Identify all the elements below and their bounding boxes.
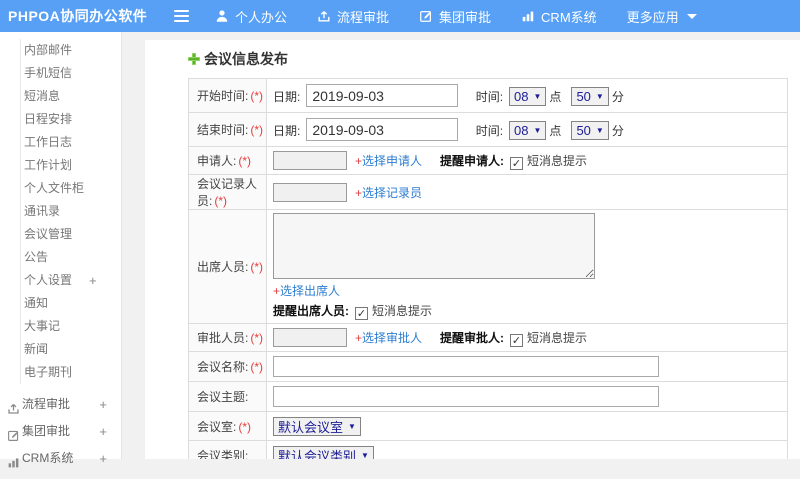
bar-chart-icon <box>521 9 535 23</box>
sidebar-personal-list: 内部邮件 手机短信 短消息 日程安排 工作日志 工作计划 个人文件柜 通讯录 会… <box>20 39 121 384</box>
sidebar-item-schedule[interactable]: 日程安排 <box>21 108 121 131</box>
sidebar-item-work-log[interactable]: 工作日志 <box>21 131 121 154</box>
end-minute-select[interactable]: 50▼ <box>571 121 608 140</box>
main-nav: 个人办公 流程审批 集团审批 CRM系统 更多应用 <box>215 7 727 26</box>
sidebar: 内部邮件 手机短信 短消息 日程安排 工作日志 工作计划 个人文件柜 通讯录 会… <box>0 32 122 459</box>
required-mark: (*) <box>238 154 251 168</box>
app-logo: PHPOA协同办公软件 <box>8 6 160 26</box>
expand-plus-icon[interactable]: + <box>99 418 107 445</box>
expand-plus-icon[interactable]: + <box>99 391 107 418</box>
nav-crm[interactable]: CRM系统 <box>521 7 597 26</box>
sms-remind-checkbox[interactable]: ✓ <box>355 307 368 320</box>
topbar: PHPOA协同办公软件 个人办公 流程审批 集团审批 CRM系统 更多应用 <box>0 0 800 32</box>
sidebar-item-contacts[interactable]: 通讯录 <box>21 200 121 223</box>
caret-down-icon: ▼ <box>534 92 542 101</box>
required-mark: (*) <box>250 360 263 374</box>
sms-remind-label: 短消息提示 <box>527 154 587 168</box>
row-meeting-room: 会议室:(*) 默认会议室▼ <box>189 412 788 441</box>
start-hour-select[interactable]: 08▼ <box>509 87 546 106</box>
bar-chart-icon <box>7 452 20 479</box>
meeting-name-input[interactable] <box>273 356 659 377</box>
hamburger-menu-icon[interactable] <box>174 10 189 22</box>
date-label: 日期: <box>273 124 300 138</box>
sidebar-item-announcement[interactable]: 公告 <box>21 246 121 269</box>
sidebar-item-work-plan[interactable]: 工作计划 <box>21 154 121 177</box>
caret-down-icon: ▼ <box>596 126 604 135</box>
approver-input[interactable] <box>273 328 347 347</box>
caret-down-icon <box>687 14 697 19</box>
sidebar-item-e-journal[interactable]: 电子期刊 <box>21 361 121 384</box>
time-label: 时间: <box>476 90 503 104</box>
sidebar-item-personal-settings[interactable]: 个人设置+ <box>21 269 121 292</box>
row-meeting-subject: 会议主题: <box>189 382 788 412</box>
page-title: 会议信息发布 <box>188 49 788 69</box>
row-meeting-category: 会议类别: 默认会议类别▼ <box>189 441 788 460</box>
row-start-time: 开始时间:(*) 日期: 时间:08▼点50▼分 <box>189 79 788 113</box>
sidebar-item-short-message[interactable]: 短消息 <box>21 85 121 108</box>
choose-attendees-link[interactable]: +选择出席人 <box>273 284 340 298</box>
pencil-square-icon <box>419 9 433 23</box>
row-end-time: 结束时间:(*) 日期: 时间:08▼点50▼分 <box>189 113 788 147</box>
caret-down-icon: ▼ <box>361 451 369 460</box>
caret-down-icon: ▼ <box>348 422 356 431</box>
remind-attendees-label: 提醒出席人员: <box>273 304 349 318</box>
meeting-room-select[interactable]: 默认会议室▼ <box>273 417 361 436</box>
expand-plus-icon[interactable]: + <box>89 269 97 292</box>
sidebar-item-notice[interactable]: 通知 <box>21 292 121 315</box>
nav-personal-office[interactable]: 个人办公 <box>215 7 287 26</box>
attendees-textarea[interactable] <box>273 213 595 279</box>
time-label: 时间: <box>476 124 503 138</box>
nav-more-apps[interactable]: 更多应用 <box>627 7 697 26</box>
meeting-form: 开始时间:(*) 日期: 时间:08▼点50▼分 结束时间:(*) 日期: 时间… <box>188 78 788 459</box>
meeting-category-select[interactable]: 默认会议类别▼ <box>273 446 374 460</box>
sidebar-section-group-approval[interactable]: 集团审批 + <box>0 418 121 445</box>
start-minute-select[interactable]: 50▼ <box>571 87 608 106</box>
workflow-icon <box>317 9 331 23</box>
recorder-input[interactable] <box>273 183 347 202</box>
choose-approver-link[interactable]: +选择审批人 <box>355 331 422 345</box>
sidebar-item-meeting-mgmt[interactable]: 会议管理 <box>21 223 121 246</box>
required-mark: (*) <box>250 89 263 103</box>
caret-down-icon: ▼ <box>534 126 542 135</box>
sms-remind-label: 短消息提示 <box>527 331 587 345</box>
required-mark: (*) <box>214 194 227 208</box>
required-mark: (*) <box>250 331 263 345</box>
sidebar-item-memorabilia[interactable]: 大事记 <box>21 315 121 338</box>
required-mark: (*) <box>238 420 251 434</box>
sidebar-item-news[interactable]: 新闻 <box>21 338 121 361</box>
date-label: 日期: <box>273 90 300 104</box>
start-date-input[interactable] <box>306 84 458 107</box>
sms-remind-label: 短消息提示 <box>372 304 432 318</box>
sidebar-item-file-cabinet[interactable]: 个人文件柜 <box>21 177 121 200</box>
caret-down-icon: ▼ <box>596 92 604 101</box>
required-mark: (*) <box>250 123 263 137</box>
row-recorder: 会议记录人员:(*) +选择记录员 <box>189 175 788 210</box>
add-plus-icon <box>188 53 200 65</box>
meeting-subject-input[interactable] <box>273 386 659 407</box>
row-meeting-name: 会议名称:(*) <box>189 352 788 382</box>
person-icon <box>215 9 229 23</box>
remind-applicant-label: 提醒申请人: <box>440 154 504 168</box>
row-attendees: 出席人员:(*) +选择出席人 提醒出席人员:✓短消息提示 <box>189 210 788 324</box>
required-mark: (*) <box>250 260 263 274</box>
sms-remind-checkbox[interactable]: ✓ <box>510 334 523 347</box>
end-date-input[interactable] <box>306 118 458 141</box>
applicant-input[interactable] <box>273 151 347 170</box>
sidebar-section-workflow[interactable]: 流程审批 + <box>0 391 121 418</box>
end-hour-select[interactable]: 08▼ <box>509 121 546 140</box>
sidebar-item-mobile-sms[interactable]: 手机短信 <box>21 62 121 85</box>
choose-applicant-link[interactable]: +选择申请人 <box>355 154 422 168</box>
sidebar-item-internal-mail[interactable]: 内部邮件 <box>21 39 121 62</box>
main-panel: 会议信息发布 开始时间:(*) 日期: 时间:08▼点50▼分 结束时间:(*)… <box>145 40 800 459</box>
nav-group-approval[interactable]: 集团审批 <box>419 7 491 26</box>
row-applicant: 申请人:(*) +选择申请人提醒申请人:✓短消息提示 <box>189 147 788 175</box>
row-approver: 审批人员:(*) +选择审批人提醒审批人:✓短消息提示 <box>189 324 788 352</box>
remind-approver-label: 提醒审批人: <box>440 331 504 345</box>
sidebar-sections: 流程审批 + 集团审批 + CRM系统 + <box>0 391 121 472</box>
sms-remind-checkbox[interactable]: ✓ <box>510 157 523 170</box>
choose-recorder-link[interactable]: +选择记录员 <box>355 186 422 200</box>
nav-workflow-approval[interactable]: 流程审批 <box>317 7 389 26</box>
